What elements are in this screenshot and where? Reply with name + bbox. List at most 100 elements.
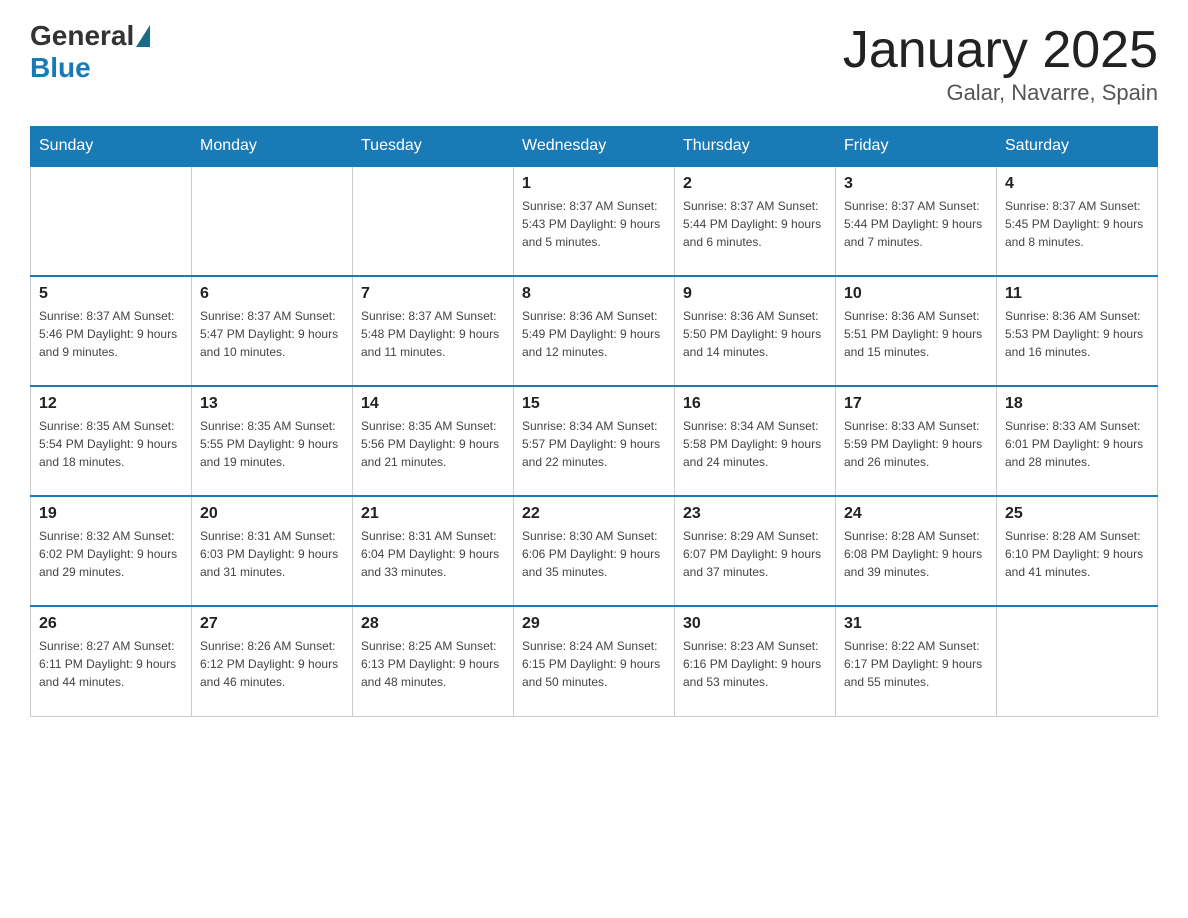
day-header-tuesday: Tuesday: [353, 127, 514, 167]
day-number: 15: [522, 395, 666, 413]
calendar-cell: 25 Sunrise: 8:28 AM Sunset: 6:10 PM Dayli…: [997, 496, 1158, 606]
day-info: Sunrise: 8:22 AM Sunset: 6:17 PM Dayligh…: [844, 637, 988, 691]
calendar-cell: 5 Sunrise: 8:37 AM Sunset: 5:46 PM Daylig…: [31, 276, 192, 386]
day-number: 10: [844, 285, 988, 303]
day-number: 2: [683, 175, 827, 193]
calendar-cell: 8 Sunrise: 8:36 AM Sunset: 5:49 PM Daylig…: [514, 276, 675, 386]
day-number: 18: [1005, 395, 1149, 413]
day-header-monday: Monday: [192, 127, 353, 167]
week-row-4: 19Sunrise: 8:32 AM Sunset: 6:02 PM Dayli…: [31, 496, 1158, 606]
calendar-cell: 1Sunrise: 8:37 AM Sunset: 5:43 PM Daylig…: [514, 166, 675, 276]
day-number: 4: [1005, 175, 1149, 193]
logo-triangle-icon: [136, 25, 150, 47]
day-info: Sunrise: 8:36 AM Sunset: 5:53 PM Dayligh…: [1005, 307, 1149, 361]
day-number: 31: [844, 615, 988, 633]
calendar-cell: 17 Sunrise: 8:33 AM Sunset: 5:59 PM Dayli…: [836, 386, 997, 496]
day-header-wednesday: Wednesday: [514, 127, 675, 167]
logo-general-text: General: [30, 20, 134, 52]
day-number: 16: [683, 395, 827, 413]
calendar-header: SundayMondayTuesdayWednesdayThursdayFrid…: [31, 127, 1158, 167]
calendar-cell: 26 Sunrise: 8:27 AM Sunset: 6:11 PM Dayli…: [31, 606, 192, 716]
calendar-cell: 18 Sunrise: 8:33 AM Sunset: 6:01 PM Dayli…: [997, 386, 1158, 496]
day-number: 8: [522, 285, 666, 303]
day-info: Sunrise: 8:29 AM Sunset: 6:07 PM Dayligh…: [683, 527, 827, 581]
calendar-cell: 16Sunrise: 8:34 AM Sunset: 5:58 PM Dayli…: [675, 386, 836, 496]
day-info: Sunrise: 8:30 AM Sunset: 6:06 PM Dayligh…: [522, 527, 666, 581]
calendar-cell: 24Sunrise: 8:28 AM Sunset: 6:08 PM Dayli…: [836, 496, 997, 606]
day-header-thursday: Thursday: [675, 127, 836, 167]
calendar-cell: 14 Sunrise: 8:35 AM Sunset: 5:56 PM Dayli…: [353, 386, 514, 496]
day-info: Sunrise: 8:36 AM Sunset: 5:50 PM Dayligh…: [683, 307, 827, 361]
day-number: 7: [361, 285, 505, 303]
calendar-cell: 21Sunrise: 8:31 AM Sunset: 6:04 PM Dayli…: [353, 496, 514, 606]
day-header-saturday: Saturday: [997, 127, 1158, 167]
week-row-5: 26 Sunrise: 8:27 AM Sunset: 6:11 PM Dayli…: [31, 606, 1158, 716]
day-info: Sunrise: 8:23 AM Sunset: 6:16 PM Dayligh…: [683, 637, 827, 691]
calendar-table: SundayMondayTuesdayWednesdayThursdayFrid…: [30, 126, 1158, 717]
calendar-cell: 20 Sunrise: 8:31 AM Sunset: 6:03 PM Dayli…: [192, 496, 353, 606]
days-of-week-row: SundayMondayTuesdayWednesdayThursdayFrid…: [31, 127, 1158, 167]
day-number: 25: [1005, 505, 1149, 523]
day-number: 27: [200, 615, 344, 633]
day-info: Sunrise: 8:37 AM Sunset: 5:46 PM Dayligh…: [39, 307, 183, 361]
day-info: Sunrise: 8:32 AM Sunset: 6:02 PM Dayligh…: [39, 527, 183, 581]
calendar-cell: 13Sunrise: 8:35 AM Sunset: 5:55 PM Dayli…: [192, 386, 353, 496]
day-info: Sunrise: 8:31 AM Sunset: 6:03 PM Dayligh…: [200, 527, 344, 581]
day-info: Sunrise: 8:37 AM Sunset: 5:47 PM Dayligh…: [200, 307, 344, 361]
day-info: Sunrise: 8:28 AM Sunset: 6:10 PM Dayligh…: [1005, 527, 1149, 581]
day-info: Sunrise: 8:37 AM Sunset: 5:45 PM Dayligh…: [1005, 197, 1149, 251]
day-info: Sunrise: 8:25 AM Sunset: 6:13 PM Dayligh…: [361, 637, 505, 691]
calendar-cell: 10 Sunrise: 8:36 AM Sunset: 5:51 PM Dayli…: [836, 276, 997, 386]
calendar-cell: 7 Sunrise: 8:37 AM Sunset: 5:48 PM Daylig…: [353, 276, 514, 386]
calendar-cell: 31 Sunrise: 8:22 AM Sunset: 6:17 PM Dayli…: [836, 606, 997, 716]
day-info: Sunrise: 8:27 AM Sunset: 6:11 PM Dayligh…: [39, 637, 183, 691]
day-number: 26: [39, 615, 183, 633]
day-number: 22: [522, 505, 666, 523]
calendar-title: January 2025: [843, 20, 1158, 80]
calendar-cell: 11 Sunrise: 8:36 AM Sunset: 5:53 PM Dayli…: [997, 276, 1158, 386]
calendar-cell: 27 Sunrise: 8:26 AM Sunset: 6:12 PM Dayli…: [192, 606, 353, 716]
logo-blue-text: Blue: [30, 52, 91, 84]
page-header: General Blue January 2025 Galar, Navarre…: [30, 20, 1158, 106]
calendar-cell: 9Sunrise: 8:36 AM Sunset: 5:50 PM Daylig…: [675, 276, 836, 386]
title-block: January 2025 Galar, Navarre, Spain: [843, 20, 1158, 106]
calendar-cell: 4 Sunrise: 8:37 AM Sunset: 5:45 PM Daylig…: [997, 166, 1158, 276]
day-number: 14: [361, 395, 505, 413]
calendar-cell: 6 Sunrise: 8:37 AM Sunset: 5:47 PM Daylig…: [192, 276, 353, 386]
day-number: 21: [361, 505, 505, 523]
logo: General Blue: [30, 20, 152, 84]
day-info: Sunrise: 8:33 AM Sunset: 5:59 PM Dayligh…: [844, 417, 988, 471]
calendar-cell: [997, 606, 1158, 716]
day-header-sunday: Sunday: [31, 127, 192, 167]
calendar-cell: 12Sunrise: 8:35 AM Sunset: 5:54 PM Dayli…: [31, 386, 192, 496]
day-header-friday: Friday: [836, 127, 997, 167]
day-number: 20: [200, 505, 344, 523]
calendar-cell: 23Sunrise: 8:29 AM Sunset: 6:07 PM Dayli…: [675, 496, 836, 606]
day-number: 5: [39, 285, 183, 303]
day-info: Sunrise: 8:37 AM Sunset: 5:44 PM Dayligh…: [683, 197, 827, 251]
day-number: 1: [522, 175, 666, 193]
day-info: Sunrise: 8:35 AM Sunset: 5:54 PM Dayligh…: [39, 417, 183, 471]
day-number: 3: [844, 175, 988, 193]
day-info: Sunrise: 8:28 AM Sunset: 6:08 PM Dayligh…: [844, 527, 988, 581]
day-info: Sunrise: 8:33 AM Sunset: 6:01 PM Dayligh…: [1005, 417, 1149, 471]
calendar-cell: [353, 166, 514, 276]
day-info: Sunrise: 8:26 AM Sunset: 6:12 PM Dayligh…: [200, 637, 344, 691]
day-info: Sunrise: 8:37 AM Sunset: 5:48 PM Dayligh…: [361, 307, 505, 361]
calendar-cell: 29Sunrise: 8:24 AM Sunset: 6:15 PM Dayli…: [514, 606, 675, 716]
day-number: 29: [522, 615, 666, 633]
calendar-cell: 15Sunrise: 8:34 AM Sunset: 5:57 PM Dayli…: [514, 386, 675, 496]
day-number: 28: [361, 615, 505, 633]
day-number: 11: [1005, 285, 1149, 303]
day-info: Sunrise: 8:35 AM Sunset: 5:56 PM Dayligh…: [361, 417, 505, 471]
week-row-2: 5 Sunrise: 8:37 AM Sunset: 5:46 PM Daylig…: [31, 276, 1158, 386]
calendar-body: 1Sunrise: 8:37 AM Sunset: 5:43 PM Daylig…: [31, 166, 1158, 716]
day-info: Sunrise: 8:36 AM Sunset: 5:49 PM Dayligh…: [522, 307, 666, 361]
day-number: 17: [844, 395, 988, 413]
week-row-1: 1Sunrise: 8:37 AM Sunset: 5:43 PM Daylig…: [31, 166, 1158, 276]
calendar-cell: [31, 166, 192, 276]
day-info: Sunrise: 8:36 AM Sunset: 5:51 PM Dayligh…: [844, 307, 988, 361]
week-row-3: 12Sunrise: 8:35 AM Sunset: 5:54 PM Dayli…: [31, 386, 1158, 496]
calendar-cell: 3Sunrise: 8:37 AM Sunset: 5:44 PM Daylig…: [836, 166, 997, 276]
day-number: 6: [200, 285, 344, 303]
